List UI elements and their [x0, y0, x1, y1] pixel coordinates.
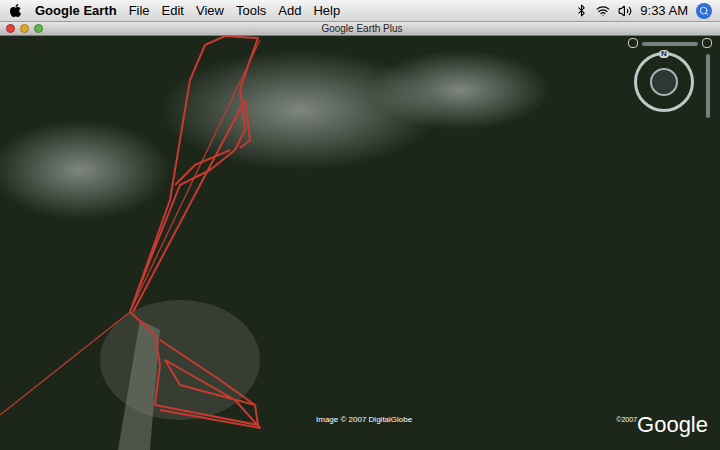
gps-tracks: [0, 36, 720, 450]
navigation-control[interactable]: N: [628, 38, 712, 138]
google-logo: ©2007Google: [616, 414, 708, 436]
menu-bar: Google Earth File Edit View Tools Add Help 9:33…: [0, 0, 720, 22]
volume-icon[interactable]: [618, 4, 632, 18]
app-menu[interactable]: Google Earth: [35, 1, 117, 21]
zoom-slider[interactable]: [642, 42, 698, 46]
map-view[interactable]: N Image © 2007 DigitalGlobe ©2007Google: [0, 36, 720, 450]
menu-item[interactable]: Help: [313, 1, 340, 21]
menu-item[interactable]: Add: [278, 1, 301, 21]
spotlight-icon[interactable]: [696, 3, 712, 19]
title-bar: Google Earth Plus: [0, 22, 720, 36]
apple-icon[interactable]: [8, 3, 23, 18]
window-title: Google Earth Plus: [321, 24, 402, 34]
menu-item[interactable]: Edit: [162, 1, 184, 21]
clock[interactable]: 9:33 AM: [640, 1, 688, 21]
bluetooth-icon[interactable]: [575, 4, 588, 17]
minimize-button[interactable]: [20, 24, 29, 33]
north-label: N: [659, 50, 669, 58]
zoom-button[interactable]: [34, 24, 43, 33]
menu-item[interactable]: Tools: [236, 1, 266, 21]
imagery-attribution: Image © 2007 DigitalGlobe: [316, 416, 412, 424]
joystick-icon[interactable]: [650, 68, 678, 96]
move-icon[interactable]: [702, 38, 712, 48]
menu-item[interactable]: View: [196, 1, 224, 21]
wifi-icon[interactable]: [596, 4, 610, 18]
menu-item[interactable]: File: [129, 1, 150, 21]
screen: Google Earth File Edit View Tools Add Help 9:33…: [0, 0, 720, 450]
tilt-slider[interactable]: [706, 54, 710, 118]
close-button[interactable]: [6, 24, 15, 33]
look-icon[interactable]: [628, 38, 638, 48]
